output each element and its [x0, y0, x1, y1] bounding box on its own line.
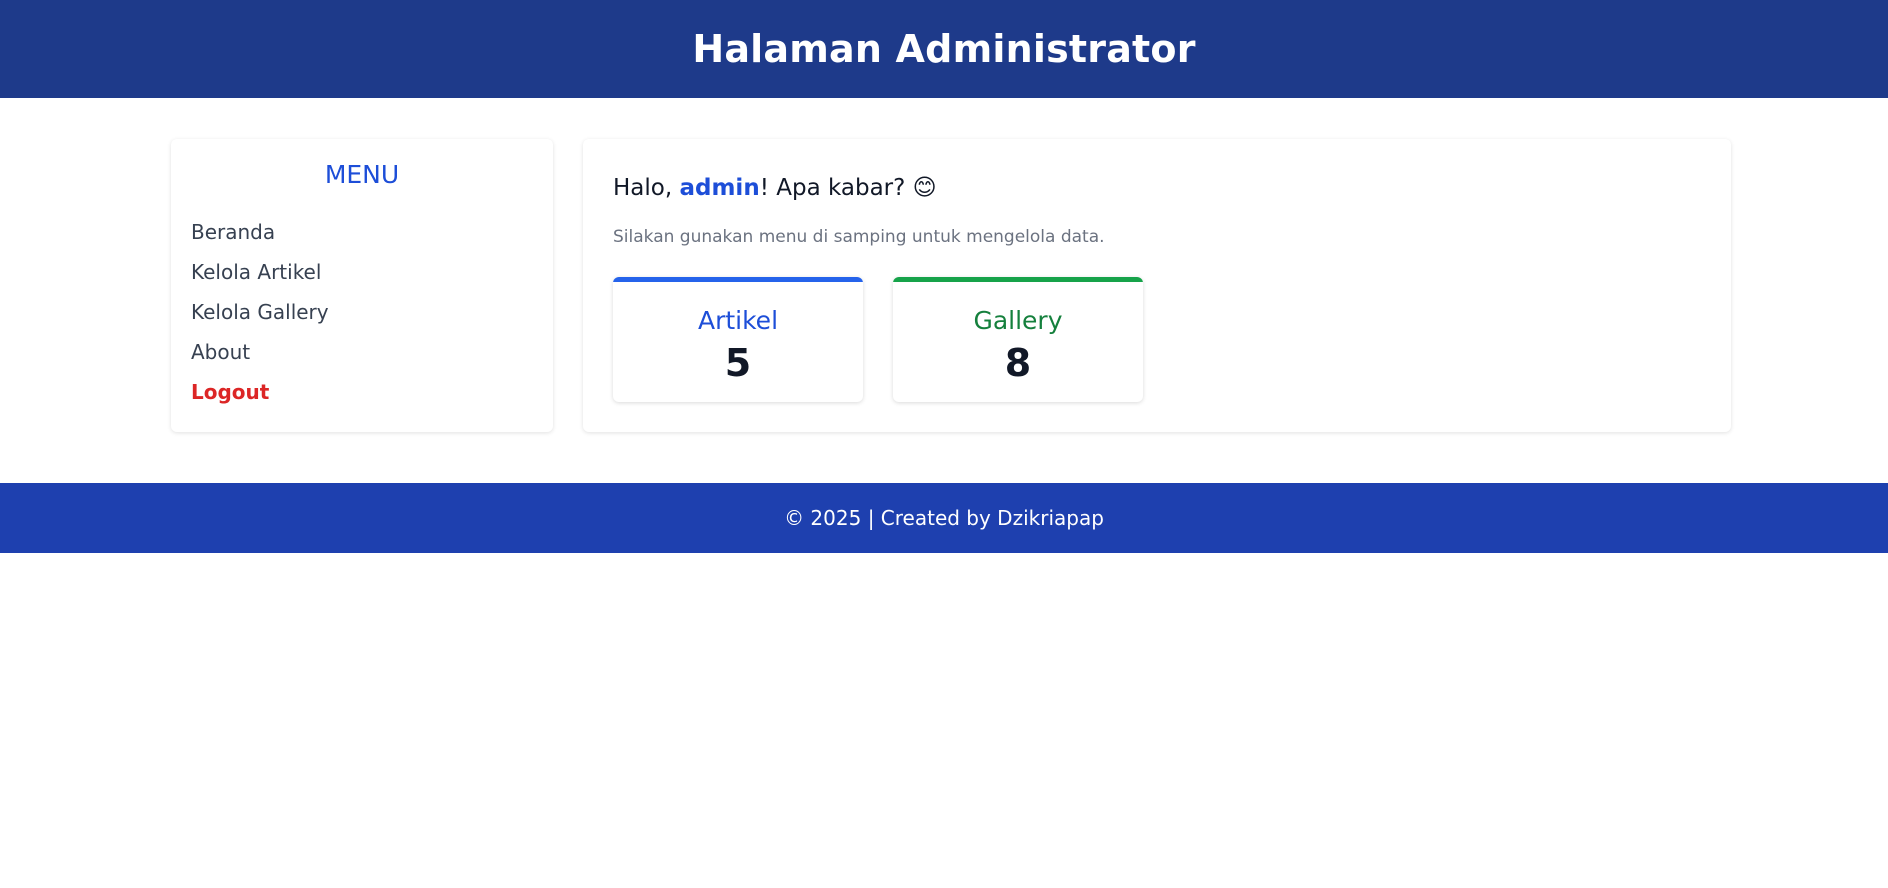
stat-card-accent-bar	[613, 277, 863, 282]
page-title: Halaman Administrator	[692, 27, 1196, 71]
stat-value-artikel: 5	[724, 341, 752, 385]
page-footer: © 2025 | Created by Dzikriapap	[0, 483, 1888, 553]
menu-item-about[interactable]: About	[191, 332, 329, 372]
stat-card-gallery: Gallery 8	[893, 277, 1143, 402]
stat-label-gallery: Gallery	[973, 306, 1063, 335]
menu-item-kelola-artikel[interactable]: Kelola Artikel	[191, 252, 329, 292]
instruction-text: Silakan gunakan menu di samping untuk me…	[613, 227, 1105, 247]
username: admin	[679, 175, 760, 201]
menu-item-logout[interactable]: Logout	[191, 372, 329, 412]
greeting-prefix: Halo,	[613, 175, 680, 201]
stat-label-artikel: Artikel	[697, 306, 779, 335]
menu-list: Beranda Kelola Artikel Kelola Gallery Ab…	[191, 212, 329, 412]
stat-card-artikel: Artikel 5	[613, 277, 863, 402]
page-header: Halaman Administrator	[0, 0, 1888, 98]
greeting-suffix: ! Apa kabar? 😊	[759, 175, 937, 201]
stat-card-accent-bar	[893, 277, 1143, 282]
footer-text: © 2025 | Created by Dzikriapap	[784, 506, 1104, 530]
menu-item-kelola-gallery[interactable]: Kelola Gallery	[191, 292, 329, 332]
stat-value-gallery: 8	[1004, 341, 1032, 385]
menu-heading: MENU	[324, 160, 400, 189]
main-content: Halo, admin! Apa kabar? 😊 Silakan gunaka…	[583, 139, 1731, 432]
menu-item-beranda[interactable]: Beranda	[191, 212, 329, 252]
sidebar: MENU Beranda Kelola Artikel Kelola Galle…	[171, 139, 553, 432]
greeting: Halo, admin! Apa kabar? 😊	[613, 171, 937, 205]
